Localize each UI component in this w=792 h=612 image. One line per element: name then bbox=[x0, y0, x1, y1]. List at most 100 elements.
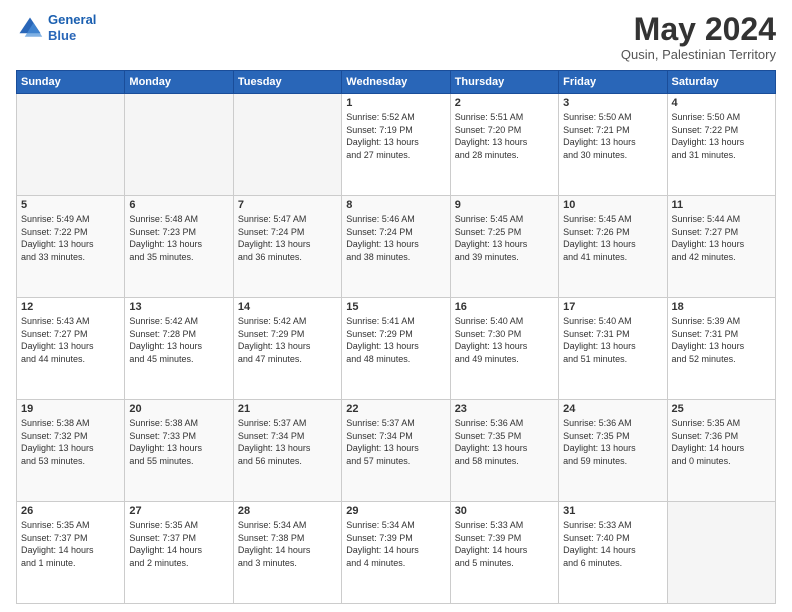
calendar-week-row: 12 Sunrise: 5:43 AM Sunset: 7:27 PM Dayli… bbox=[17, 298, 776, 400]
calendar-cell: 21 Sunrise: 5:37 AM Sunset: 7:34 PM Dayli… bbox=[233, 400, 341, 502]
day-number: 5 bbox=[21, 199, 120, 211]
calendar-week-row: 5 Sunrise: 5:49 AM Sunset: 7:22 PM Daylig… bbox=[17, 196, 776, 298]
calendar-cell: 30 Sunrise: 5:33 AM Sunset: 7:39 PM Dayli… bbox=[450, 502, 558, 604]
day-number: 26 bbox=[21, 505, 120, 517]
day-info: Sunrise: 5:48 AM Sunset: 7:23 PM Dayligh… bbox=[129, 213, 228, 263]
weekday-header: Thursday bbox=[450, 71, 558, 94]
weekday-header: Sunday bbox=[17, 71, 125, 94]
calendar-cell: 22 Sunrise: 5:37 AM Sunset: 7:34 PM Dayli… bbox=[342, 400, 450, 502]
calendar-cell: 27 Sunrise: 5:35 AM Sunset: 7:37 PM Dayli… bbox=[125, 502, 233, 604]
day-info: Sunrise: 5:49 AM Sunset: 7:22 PM Dayligh… bbox=[21, 213, 120, 263]
day-number: 7 bbox=[238, 199, 337, 211]
calendar-cell: 20 Sunrise: 5:38 AM Sunset: 7:33 PM Dayli… bbox=[125, 400, 233, 502]
calendar-week-row: 19Sunrise: 5:38 AM Sunset: 7:32 PM Dayli… bbox=[17, 400, 776, 502]
day-info: Sunrise: 5:41 AM Sunset: 7:29 PM Dayligh… bbox=[346, 315, 445, 365]
day-info: Sunrise: 5:38 AM Sunset: 7:33 PM Dayligh… bbox=[129, 417, 228, 467]
calendar-cell: 18 Sunrise: 5:39 AM Sunset: 7:31 PM Dayli… bbox=[667, 298, 775, 400]
day-info: Sunrise: 5:50 AM Sunset: 7:22 PM Dayligh… bbox=[672, 111, 771, 161]
day-number: 11 bbox=[672, 199, 771, 211]
calendar-cell: 7 Sunrise: 5:47 AM Sunset: 7:24 PM Daylig… bbox=[233, 196, 341, 298]
calendar-cell: 14Sunrise: 5:42 AM Sunset: 7:29 PM Dayli… bbox=[233, 298, 341, 400]
day-info: Sunrise: 5:35 AM Sunset: 7:37 PM Dayligh… bbox=[129, 519, 228, 569]
day-number: 27 bbox=[129, 505, 228, 517]
calendar-cell bbox=[233, 94, 341, 196]
day-info: Sunrise: 5:40 AM Sunset: 7:31 PM Dayligh… bbox=[563, 315, 662, 365]
day-number: 6 bbox=[129, 199, 228, 211]
calendar-week-row: 26 Sunrise: 5:35 AM Sunset: 7:37 PM Dayli… bbox=[17, 502, 776, 604]
calendar-cell: 6 Sunrise: 5:48 AM Sunset: 7:23 PM Daylig… bbox=[125, 196, 233, 298]
day-info: Sunrise: 5:39 AM Sunset: 7:31 PM Dayligh… bbox=[672, 315, 771, 365]
day-number: 31 bbox=[563, 505, 662, 517]
day-number: 3 bbox=[563, 97, 662, 109]
day-number: 13 bbox=[129, 301, 228, 313]
day-info: Sunrise: 5:47 AM Sunset: 7:24 PM Dayligh… bbox=[238, 213, 337, 263]
calendar-cell: 24 Sunrise: 5:36 AM Sunset: 7:35 PM Dayli… bbox=[559, 400, 667, 502]
day-number: 10 bbox=[563, 199, 662, 211]
day-number: 19 bbox=[21, 403, 120, 415]
day-info: Sunrise: 5:34 AM Sunset: 7:39 PM Dayligh… bbox=[346, 519, 445, 569]
day-info: Sunrise: 5:36 AM Sunset: 7:35 PM Dayligh… bbox=[563, 417, 662, 467]
title-block: May 2024 Qusin, Palestinian Territory bbox=[621, 12, 776, 62]
month-title: May 2024 bbox=[621, 12, 776, 47]
day-info: Sunrise: 5:50 AM Sunset: 7:21 PM Dayligh… bbox=[563, 111, 662, 161]
logo: General Blue bbox=[16, 12, 96, 43]
day-number: 9 bbox=[455, 199, 554, 211]
day-number: 28 bbox=[238, 505, 337, 517]
day-info: Sunrise: 5:40 AM Sunset: 7:30 PM Dayligh… bbox=[455, 315, 554, 365]
calendar-cell: 13 Sunrise: 5:42 AM Sunset: 7:28 PM Dayli… bbox=[125, 298, 233, 400]
day-number: 8 bbox=[346, 199, 445, 211]
day-number: 20 bbox=[129, 403, 228, 415]
page: General Blue May 2024 Qusin, Palestinian… bbox=[0, 0, 792, 612]
weekday-header: Friday bbox=[559, 71, 667, 94]
day-number: 30 bbox=[455, 505, 554, 517]
calendar-cell: 9Sunrise: 5:45 AM Sunset: 7:25 PM Daylig… bbox=[450, 196, 558, 298]
day-info: Sunrise: 5:46 AM Sunset: 7:24 PM Dayligh… bbox=[346, 213, 445, 263]
day-number: 23 bbox=[455, 403, 554, 415]
calendar-cell: 10 Sunrise: 5:45 AM Sunset: 7:26 PM Dayli… bbox=[559, 196, 667, 298]
day-info: Sunrise: 5:37 AM Sunset: 7:34 PM Dayligh… bbox=[346, 417, 445, 467]
calendar-cell: 19Sunrise: 5:38 AM Sunset: 7:32 PM Dayli… bbox=[17, 400, 125, 502]
day-number: 21 bbox=[238, 403, 337, 415]
location: Qusin, Palestinian Territory bbox=[621, 47, 776, 62]
calendar-cell: 17 Sunrise: 5:40 AM Sunset: 7:31 PM Dayli… bbox=[559, 298, 667, 400]
calendar-cell: 8 Sunrise: 5:46 AM Sunset: 7:24 PM Daylig… bbox=[342, 196, 450, 298]
day-info: Sunrise: 5:44 AM Sunset: 7:27 PM Dayligh… bbox=[672, 213, 771, 263]
header: General Blue May 2024 Qusin, Palestinian… bbox=[16, 12, 776, 62]
day-info: Sunrise: 5:43 AM Sunset: 7:27 PM Dayligh… bbox=[21, 315, 120, 365]
calendar-cell: 12 Sunrise: 5:43 AM Sunset: 7:27 PM Dayli… bbox=[17, 298, 125, 400]
calendar-cell: 31 Sunrise: 5:33 AM Sunset: 7:40 PM Dayli… bbox=[559, 502, 667, 604]
day-info: Sunrise: 5:35 AM Sunset: 7:36 PM Dayligh… bbox=[672, 417, 771, 467]
day-number: 29 bbox=[346, 505, 445, 517]
day-number: 22 bbox=[346, 403, 445, 415]
day-info: Sunrise: 5:42 AM Sunset: 7:28 PM Dayligh… bbox=[129, 315, 228, 365]
day-number: 16 bbox=[455, 301, 554, 313]
calendar-cell: 28 Sunrise: 5:34 AM Sunset: 7:38 PM Dayli… bbox=[233, 502, 341, 604]
day-info: Sunrise: 5:45 AM Sunset: 7:26 PM Dayligh… bbox=[563, 213, 662, 263]
day-info: Sunrise: 5:37 AM Sunset: 7:34 PM Dayligh… bbox=[238, 417, 337, 467]
weekday-header: Saturday bbox=[667, 71, 775, 94]
day-number: 1 bbox=[346, 97, 445, 109]
calendar-cell: 29 Sunrise: 5:34 AM Sunset: 7:39 PM Dayli… bbox=[342, 502, 450, 604]
calendar-cell bbox=[17, 94, 125, 196]
calendar-cell bbox=[667, 502, 775, 604]
day-number: 18 bbox=[672, 301, 771, 313]
day-info: Sunrise: 5:42 AM Sunset: 7:29 PM Dayligh… bbox=[238, 315, 337, 365]
calendar-cell: 26Sunrise: 5:35 AM Sunset: 7:37 PM Dayli… bbox=[17, 502, 125, 604]
day-info: Sunrise: 5:33 AM Sunset: 7:39 PM Dayligh… bbox=[455, 519, 554, 569]
calendar-cell: 4 Sunrise: 5:50 AM Sunset: 7:22 PM Daylig… bbox=[667, 94, 775, 196]
day-number: 24 bbox=[563, 403, 662, 415]
day-number: 4 bbox=[672, 97, 771, 109]
day-number: 17 bbox=[563, 301, 662, 313]
day-info: Sunrise: 5:36 AM Sunset: 7:35 PM Dayligh… bbox=[455, 417, 554, 467]
day-info: Sunrise: 5:34 AM Sunset: 7:38 PM Dayligh… bbox=[238, 519, 337, 569]
weekday-header: Monday bbox=[125, 71, 233, 94]
day-number: 15 bbox=[346, 301, 445, 313]
calendar-cell: 2Sunrise: 5:51 AM Sunset: 7:20 PM Daylig… bbox=[450, 94, 558, 196]
logo-text: General Blue bbox=[48, 12, 96, 43]
day-info: Sunrise: 5:33 AM Sunset: 7:40 PM Dayligh… bbox=[563, 519, 662, 569]
calendar-table: SundayMondayTuesdayWednesdayThursdayFrid… bbox=[16, 70, 776, 604]
calendar-week-row: 1 Sunrise: 5:52 AM Sunset: 7:19 PM Daylig… bbox=[17, 94, 776, 196]
day-number: 12 bbox=[21, 301, 120, 313]
day-info: Sunrise: 5:52 AM Sunset: 7:19 PM Dayligh… bbox=[346, 111, 445, 161]
calendar-cell: 15 Sunrise: 5:41 AM Sunset: 7:29 PM Dayli… bbox=[342, 298, 450, 400]
